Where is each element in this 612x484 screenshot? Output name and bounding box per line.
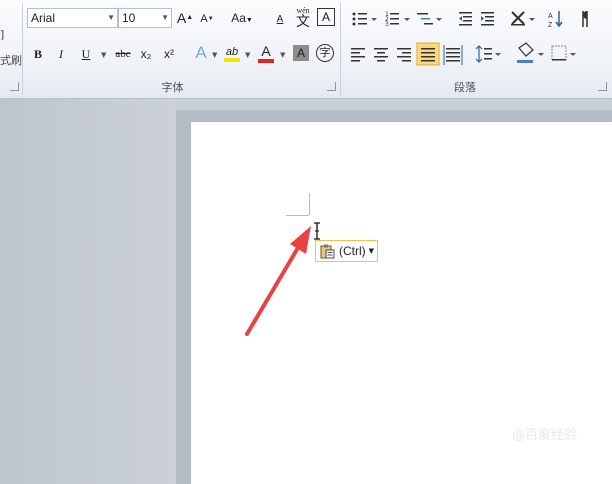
grow-font-icon: A (176, 10, 187, 26)
superscript-icon: x² (164, 47, 174, 61)
strikethrough-button[interactable]: abc (111, 44, 135, 64)
change-case-icon: Aa (231, 11, 246, 25)
increase-indent-icon[interactable] (481, 12, 494, 26)
font-name-combo[interactable]: Arial ▼ (27, 8, 118, 28)
chevron-down-icon: ▼ (161, 13, 169, 22)
bold-button[interactable]: B (28, 44, 48, 64)
bold-icon: B (33, 47, 42, 61)
line-spacing-icon[interactable] (475, 45, 501, 63)
text-effect-button[interactable]: A (191, 43, 211, 63)
chinese-layout-icon[interactable] (511, 11, 535, 26)
shrink-font-button[interactable]: A▼ (197, 9, 217, 29)
highlight-icon: ab (225, 46, 239, 58)
ribbon: ] 式刷 Arial ▼ 10 ▼ A▲ A▼ Aa▼ A wén 文 A B … (0, 0, 612, 99)
superscript-button[interactable]: x² (159, 44, 179, 64)
group-separator (22, 3, 23, 95)
char-shading-button[interactable]: A (293, 45, 309, 61)
svg-text:3: 3 (385, 21, 389, 28)
borders-icon[interactable] (551, 45, 576, 61)
clipboard-partial-label: ] (0, 28, 5, 41)
show-hide-marks-icon[interactable] (582, 11, 588, 27)
format-painter-label[interactable]: 式刷 (0, 52, 22, 68)
char-shading-icon: A (296, 46, 305, 60)
paragraph-toolbar: 1 2 3 A Z (351, 11, 588, 66)
paste-options-button[interactable]: (Ctrl) ▼ (315, 240, 378, 262)
font-group-label: 字体 (161, 81, 184, 94)
font-size-combo[interactable]: 10 ▼ (118, 8, 172, 28)
document-left-margin (0, 99, 176, 484)
paragraph-launcher-icon[interactable] (598, 82, 607, 91)
chevron-down-icon[interactable]: ▼ (212, 51, 217, 59)
phonetic-char: 文 (296, 15, 310, 30)
font-color-bar (258, 59, 274, 63)
group-separator (340, 3, 341, 95)
clear-format-icon: A (276, 14, 284, 25)
italic-button[interactable]: I (51, 44, 71, 64)
clear-format-button[interactable]: A (270, 8, 290, 28)
char-border-icon: A (321, 10, 330, 24)
change-case-button[interactable]: Aa▼ (229, 8, 255, 28)
chevron-down-icon: ▼ (107, 13, 115, 22)
font-color-button[interactable]: A (256, 41, 276, 63)
subscript-button[interactable]: x₂ (136, 44, 156, 64)
font-launcher-icon[interactable] (327, 82, 336, 91)
sort-icon[interactable]: A Z (548, 11, 563, 29)
enclose-char-button[interactable]: 字 (316, 44, 334, 62)
shrink-font-icon: A (200, 13, 208, 25)
bullets-icon[interactable] (352, 12, 378, 26)
phonetic-guide-button[interactable]: wén 文 (293, 6, 313, 30)
grow-font-button[interactable]: A▲ (175, 8, 195, 28)
strikethrough-icon: abc (115, 48, 131, 60)
enclose-char-icon: 字 (319, 47, 331, 59)
align-right-icon[interactable] (397, 48, 411, 62)
paragraph-group-label: 段落 (454, 81, 476, 94)
underline-button[interactable]: U (76, 44, 96, 64)
numbering-icon[interactable]: 1 2 3 (385, 11, 410, 28)
margin-corner-mark (286, 215, 309, 216)
distributed-align-icon[interactable] (443, 45, 463, 65)
font-color-icon: A (261, 43, 271, 59)
svg-text:Z: Z (548, 22, 553, 29)
shading-icon[interactable] (517, 42, 544, 63)
clipboard-launcher-icon[interactable] (10, 82, 19, 91)
highlight-color-bar (224, 58, 240, 62)
chevron-down-icon[interactable]: ▼ (101, 51, 106, 59)
align-left-icon[interactable] (351, 48, 365, 62)
font-size-value: 10 (122, 11, 136, 25)
char-border-button[interactable]: A (317, 8, 335, 26)
watermark: @百度经验 (512, 428, 578, 443)
margin-corner-mark (309, 193, 310, 215)
paste-options-label: (Ctrl) (339, 244, 366, 258)
underline-icon: U (81, 47, 91, 61)
subscript-icon: x₂ (140, 47, 152, 61)
text-effect-icon: A (195, 43, 207, 62)
italic-icon: I (59, 47, 63, 61)
chevron-down-icon[interactable]: ▼ (280, 51, 285, 59)
justify-icon[interactable] (416, 42, 440, 66)
chevron-down-icon[interactable]: ▼ (245, 51, 250, 59)
align-center-icon[interactable] (374, 48, 388, 62)
font-name-value: Arial (31, 11, 56, 25)
chevron-down-icon: ▼ (368, 247, 374, 255)
svg-text:A: A (548, 13, 553, 20)
multilevel-list-icon[interactable] (417, 13, 442, 25)
highlight-button[interactable]: ab (222, 42, 242, 62)
clipboard-icon (320, 244, 335, 259)
decrease-indent-icon[interactable] (459, 12, 472, 26)
red-annotation-arrow-icon (245, 226, 311, 336)
